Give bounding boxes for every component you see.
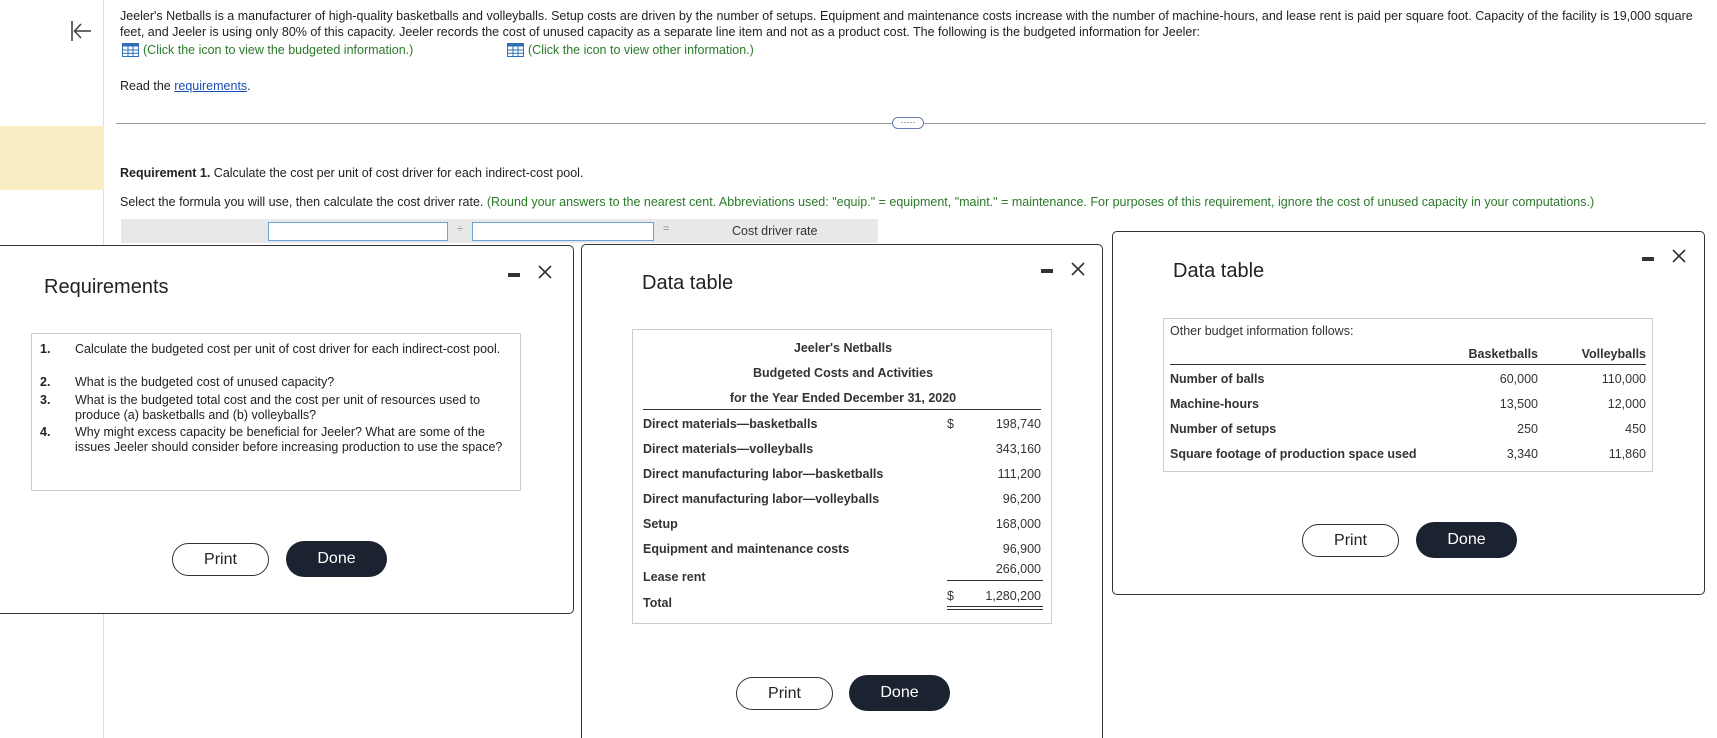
item-number: 3. bbox=[40, 393, 51, 407]
column-header-volleyballs: Volleyballs bbox=[1581, 347, 1646, 361]
requirements-dialog: Requirements 1. Calculate the budgeted c… bbox=[0, 245, 574, 614]
header-rule bbox=[1170, 364, 1646, 365]
done-button[interactable]: Done bbox=[286, 541, 387, 577]
close-icon[interactable] bbox=[1070, 261, 1086, 277]
formula-instruction-text: Select the formula you will use, then ca… bbox=[120, 195, 484, 209]
cell-volleyballs: 11,860 bbox=[1608, 447, 1646, 461]
row-value: 198,740 bbox=[995, 417, 1041, 431]
column-header-basketballs: Basketballs bbox=[1468, 347, 1538, 361]
close-icon[interactable] bbox=[537, 264, 553, 280]
print-button[interactable]: Print bbox=[172, 543, 269, 576]
done-button[interactable]: Done bbox=[849, 675, 950, 711]
page: Jeeler's Netballs is a manufacturer of h… bbox=[0, 0, 1717, 738]
table-caption: Other budget information follows: bbox=[1170, 324, 1354, 338]
cell-basketballs: 250 bbox=[1517, 422, 1538, 436]
row-label: Total bbox=[643, 596, 672, 610]
cell-volleyballs: 450 bbox=[1625, 422, 1646, 436]
cost-driver-rate-label: Cost driver rate bbox=[732, 224, 818, 238]
row-label: Lease rent bbox=[643, 570, 706, 584]
print-button[interactable]: Print bbox=[736, 677, 833, 710]
problem-intro: Jeeler's Netballs is a manufacturer of h… bbox=[120, 9, 1693, 39]
item-number: 2. bbox=[40, 375, 51, 389]
read-prefix: Read the bbox=[120, 79, 171, 93]
budgeted-info-link-text: (Click the icon to view the budgeted inf… bbox=[143, 43, 414, 57]
requirements-list: 1. Calculate the budgeted cost per unit … bbox=[31, 333, 521, 491]
formula-instruction: Select the formula you will use, then ca… bbox=[120, 195, 1594, 209]
print-button[interactable]: Print bbox=[1302, 524, 1399, 557]
row-value: 96,200 bbox=[1002, 492, 1041, 506]
minimize-icon[interactable] bbox=[1642, 257, 1654, 261]
read-requirements-line: Read the requirements. bbox=[120, 79, 251, 93]
table-subtitle: Budgeted Costs and Activities bbox=[752, 366, 934, 380]
item-text: What is the budgeted total cost and the … bbox=[75, 393, 481, 422]
requirement-1-text: Calculate the cost per unit of cost driv… bbox=[213, 166, 584, 180]
row-label: Number of balls bbox=[1170, 372, 1265, 386]
item-text: Calculate the budgeted cost per unit of … bbox=[75, 342, 501, 356]
requirements-link[interactable]: requirements bbox=[174, 79, 247, 93]
formula-row: ÷ = Cost driver rate bbox=[121, 219, 878, 243]
formula-hint: (Round your answers to the nearest cent.… bbox=[486, 195, 1595, 209]
row-value: 266,000 bbox=[995, 562, 1041, 576]
other-info-link[interactable]: (Click the icon to view other informatio… bbox=[507, 43, 754, 57]
item-text: Why might excess capacity be beneficial … bbox=[75, 425, 503, 454]
cell-volleyballs: 12,000 bbox=[1607, 397, 1646, 411]
row-value: 168,000 bbox=[995, 517, 1041, 531]
dialog-title: Data table bbox=[642, 272, 734, 294]
requirement-1-label: Requirement 1. bbox=[120, 166, 211, 180]
table-icon bbox=[507, 43, 524, 57]
budgeted-info-link[interactable]: (Click the icon to view the budgeted inf… bbox=[122, 43, 413, 57]
divide-sign: ÷ bbox=[457, 223, 464, 235]
row-value: 1,280,200 bbox=[985, 589, 1041, 603]
row-label: Machine-hours bbox=[1170, 397, 1259, 411]
row-label: Equipment and maintenance costs bbox=[643, 542, 850, 556]
collapse-left-icon[interactable] bbox=[68, 18, 94, 44]
table-period: for the Year Ended December 31, 2020 bbox=[729, 391, 957, 405]
costs-data-dialog: Data table Jeeler's Netballs Budgeted Co… bbox=[581, 244, 1103, 738]
cost-pool-input[interactable] bbox=[268, 222, 448, 241]
cost-driver-input[interactable] bbox=[472, 222, 654, 241]
read-suffix: . bbox=[247, 79, 251, 93]
expand-ellipsis-button[interactable]: ····· bbox=[892, 117, 924, 129]
row-label: Direct manufacturing labor—volleyballs bbox=[643, 492, 880, 506]
cell-basketballs: 3,340 bbox=[1506, 447, 1538, 461]
row-label: Direct materials—volleyballs bbox=[643, 442, 814, 456]
item-text: What is the budgeted cost of unused capa… bbox=[75, 375, 335, 389]
other-info-dialog: Data table Other budget information foll… bbox=[1112, 231, 1705, 595]
dialog-title: Data table bbox=[1173, 260, 1265, 282]
cell-basketballs: 13,500 bbox=[1499, 397, 1538, 411]
row-label: Direct manufacturing labor—basketballs bbox=[643, 467, 884, 481]
row-label: Square footage of production space used bbox=[1170, 447, 1417, 461]
cell-basketballs: 60,000 bbox=[1499, 372, 1538, 386]
other-info-link-text: (Click the icon to view other informatio… bbox=[528, 43, 754, 57]
requirement-1: Requirement 1. Calculate the cost per un… bbox=[120, 166, 583, 180]
row-value: 111,200 bbox=[997, 467, 1041, 481]
close-icon[interactable] bbox=[1671, 248, 1687, 264]
subtotal-rule bbox=[947, 580, 1043, 581]
table-icon bbox=[122, 43, 139, 57]
cell-volleyballs: 110,000 bbox=[1601, 372, 1646, 386]
row-value: 343,160 bbox=[995, 442, 1041, 456]
item-number: 4. bbox=[40, 425, 51, 439]
row-dollar: $ bbox=[947, 589, 954, 603]
minimize-icon[interactable] bbox=[508, 273, 520, 277]
done-button[interactable]: Done bbox=[1416, 522, 1517, 558]
item-number: 1. bbox=[40, 342, 51, 356]
other-budget-table: Other budget information follows: Basket… bbox=[1163, 318, 1653, 472]
row-label: Number of setups bbox=[1170, 422, 1277, 436]
total-double-rule bbox=[947, 609, 1043, 610]
equals-sign: = bbox=[663, 223, 670, 235]
budgeted-costs-table: Jeeler's Netballs Budgeted Costs and Act… bbox=[632, 329, 1052, 624]
minimize-icon[interactable] bbox=[1041, 269, 1053, 273]
rail-highlight bbox=[0, 126, 104, 190]
row-dollar: $ bbox=[947, 417, 954, 431]
total-double-rule bbox=[947, 606, 1043, 607]
row-value: 96,900 bbox=[1002, 542, 1041, 556]
table-company: Jeeler's Netballs bbox=[793, 341, 893, 355]
dialog-title: Requirements bbox=[44, 276, 169, 298]
header-rule bbox=[643, 409, 1041, 410]
row-label: Setup bbox=[643, 517, 678, 531]
row-label: Direct materials—basketballs bbox=[643, 417, 818, 431]
